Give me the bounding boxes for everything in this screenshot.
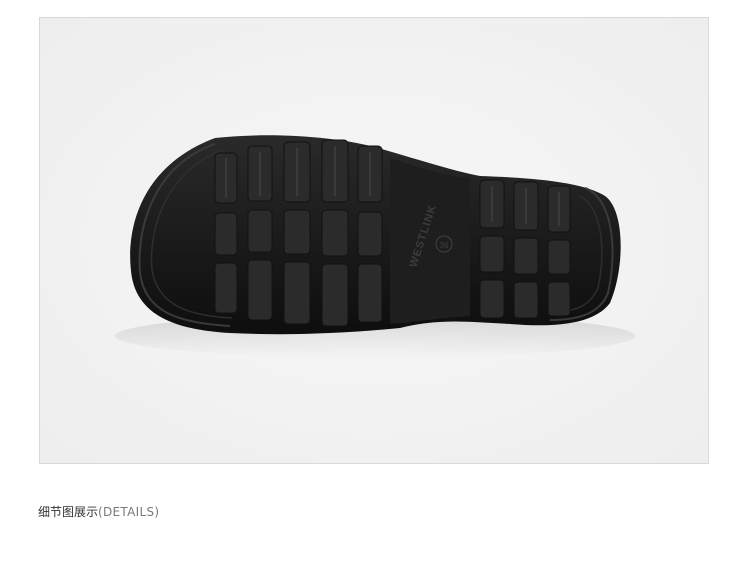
shoe-sole-image: WESTLINK 36 [40,18,708,463]
forefoot-tread-lugs [479,179,571,319]
caption-chinese: 细节图展示 [38,505,99,519]
caption-english: (DETAILS) [98,505,160,519]
product-detail-photo: WESTLINK 36 [39,17,709,464]
section-caption: 细节图展示(DETAILS) [38,504,159,520]
sole-size-emboss: 36 [440,241,449,250]
arch-panel [390,158,470,324]
